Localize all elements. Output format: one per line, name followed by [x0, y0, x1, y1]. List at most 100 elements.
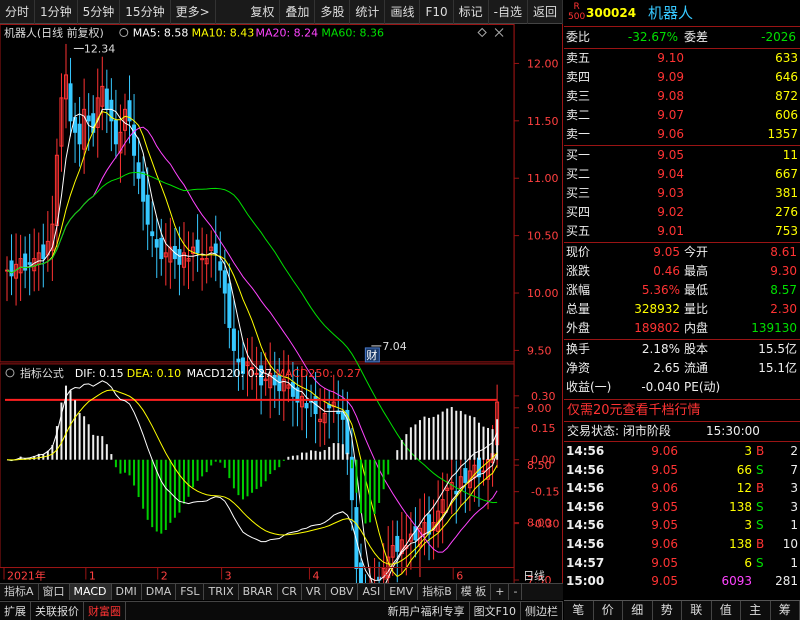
tool-button-4[interactable]: 画线	[385, 0, 421, 24]
indicator-tick-label: 0.15	[531, 422, 555, 435]
separator	[564, 399, 800, 400]
tool-button-6[interactable]: 标记	[454, 0, 489, 24]
date-label: 5	[382, 570, 389, 583]
dea-legend: DEA: 0.10	[127, 367, 181, 380]
stat-value: 8.61	[770, 245, 797, 259]
indicator-tab-15[interactable]: +	[491, 584, 510, 600]
stat-value: 9.30	[770, 264, 797, 278]
tick-volume: 3	[744, 518, 752, 533]
price-tick-label: 9.00	[527, 402, 551, 415]
indicator-tab-10[interactable]: OBV	[326, 584, 359, 600]
period-button-0[interactable]: 分时	[0, 0, 36, 24]
bid-row-price: 9.02	[657, 205, 684, 219]
indicator-tick-label: -0.15	[531, 486, 559, 499]
status-item-0[interactable]: 扩展	[0, 601, 31, 620]
indicator-tab-0[interactable]: 指标A	[0, 584, 39, 600]
tick-count: 10	[782, 537, 798, 551]
tick-volume: 138	[729, 537, 752, 551]
panel-tab-5[interactable]: 值	[712, 601, 741, 620]
quote-panel: R 500 300024 机器人 委比 -32.67% 委差 -2026 卖五 9.…	[564, 0, 800, 620]
high-label: 12.34	[84, 42, 115, 55]
stat-row: 总量 328932 量比 2.30	[564, 300, 800, 319]
date-label: 3	[225, 570, 232, 583]
indicator-tab-16[interactable]: -	[509, 584, 523, 600]
tool-button-2[interactable]: 多股	[315, 0, 351, 24]
indicator-tab-12[interactable]: EMV	[385, 584, 419, 600]
indicator-tab-1[interactable]: 窗口	[39, 584, 70, 600]
promo-link[interactable]: 仅需20元查看千档行情	[564, 401, 800, 420]
tick-side: S	[756, 518, 764, 533]
date-axis: 2021年 1 2 3 4 5 6	[0, 567, 515, 583]
indicator-tab-9[interactable]: VR	[302, 584, 327, 600]
diamond-icon[interactable]	[477, 27, 487, 38]
tool-button-1[interactable]: 叠加	[280, 0, 316, 24]
status-link-2[interactable]: 侧边栏	[521, 601, 563, 620]
status-link-1[interactable]: 图文F10	[470, 601, 521, 620]
panel-tab-3[interactable]: 势	[653, 601, 682, 620]
r-badge: R 500	[568, 2, 585, 22]
dif-legend: DIF: 0.15	[75, 367, 124, 380]
ask-row-label: 卖三	[566, 89, 591, 103]
candle-body	[136, 162, 141, 179]
panel-tab-7[interactable]: 筹	[771, 601, 800, 620]
low-label: 7.04	[382, 340, 406, 353]
tick-time: 14:56	[566, 518, 605, 533]
candle-body	[213, 243, 218, 254]
candle-body	[177, 249, 182, 265]
ask-row: 卖一 9.06 1357	[564, 125, 800, 144]
indicator-tab-2[interactable]: MACD	[69, 584, 112, 600]
panel-tab-4[interactable]: 联	[682, 601, 712, 620]
indicator-tab-13[interactable]: 指标B	[418, 584, 457, 600]
tick-price: 9.05	[651, 574, 678, 589]
tick-row: 15:00 9.05 6093 281	[564, 572, 800, 591]
tool-button-0[interactable]: 复权	[245, 0, 281, 24]
tool-button-3[interactable]: 统计	[350, 0, 386, 24]
status-item-1[interactable]: 关联报价	[31, 601, 84, 620]
bid-row: 买三 9.03 381	[564, 184, 800, 203]
indicator-tab-4[interactable]: DMA	[142, 584, 177, 600]
tool-button-7[interactable]: -自选	[489, 0, 528, 24]
status-item-2[interactable]: 财富圈	[84, 601, 126, 620]
period-button-1[interactable]: 1分钟	[35, 0, 78, 24]
stat-label: 收益(一)	[566, 380, 612, 394]
indicator-tab-6[interactable]: TRIX	[204, 584, 239, 600]
ask-row: 卖二 9.07 606	[564, 106, 800, 125]
indicator-tab-11[interactable]: ASI	[358, 584, 386, 600]
indicator-tab-7[interactable]: BRAR	[239, 584, 278, 600]
stock-header: R 500 300024 机器人	[564, 0, 800, 26]
panel-tab-2[interactable]: 细	[623, 601, 653, 620]
settings-icon[interactable]	[119, 27, 129, 37]
panel-tab-1[interactable]: 价	[594, 601, 623, 620]
tick-side: S	[756, 462, 764, 477]
tick-time: 14:57	[566, 555, 605, 570]
stat-label: 现价	[566, 245, 591, 259]
candle-body	[463, 468, 468, 483]
panel-tab-6[interactable]: 主	[741, 601, 771, 620]
indicator-tab-3[interactable]: DMI	[112, 584, 142, 600]
candle-body	[141, 171, 146, 202]
finance-badge[interactable]: 财	[364, 347, 380, 363]
period-button-3[interactable]: 15分钟	[120, 0, 171, 24]
stat-value: 15.1亿	[758, 361, 797, 375]
close-icon[interactable]	[494, 28, 504, 37]
tool-button-5[interactable]: F10	[420, 0, 454, 24]
panel-tab-0[interactable]: 笔	[564, 601, 594, 620]
tool-button-8[interactable]: 返回	[528, 0, 563, 24]
stat-value: 5.36%	[641, 283, 680, 297]
indicator-settings-icon[interactable]	[5, 368, 15, 378]
indicator-tab-5[interactable]: FSL	[176, 584, 205, 600]
ma5-legend: MA5: 8.58	[133, 26, 189, 39]
period-button-2[interactable]: 5分钟	[78, 0, 121, 24]
tick-count: 7	[790, 462, 798, 477]
status-link-0[interactable]: 新用户福利专享	[384, 601, 470, 620]
indicator-tab-8[interactable]: CR	[278, 584, 302, 600]
bid-row-label: 买四	[566, 205, 591, 219]
kline-chart[interactable]: 机器人(日线 前复权) MA5: 8.58 MA10: 8.43 MA20: 8…	[0, 24, 563, 590]
period-button-4[interactable]: 更多>	[171, 0, 216, 24]
weibi-label: 委比	[566, 30, 591, 44]
bid-row-price: 9.05	[657, 148, 684, 162]
ask-row-price: 9.10	[657, 51, 684, 65]
indicator-tabs: 指标A 窗口 MACD DMI DMA FSL TRIX BRAR CR VR OBV ASI EMV 指…	[0, 583, 563, 600]
stat-row: 涨跌 0.46 最高 9.30	[564, 262, 800, 281]
indicator-tab-14[interactable]: 模 板	[457, 584, 492, 600]
